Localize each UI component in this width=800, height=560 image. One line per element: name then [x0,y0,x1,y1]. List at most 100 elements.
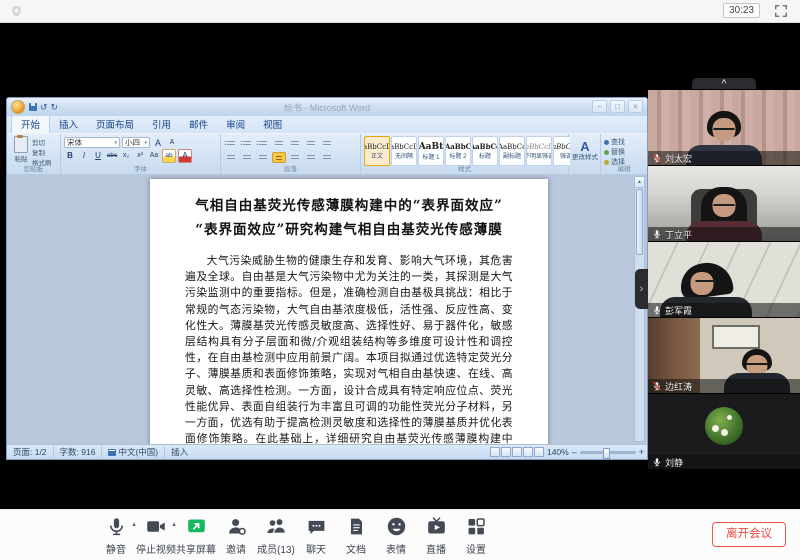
increase-indent-icon[interactable] [288,138,302,149]
panel-collapse-icon[interactable]: › [635,269,648,309]
zoom-slider[interactable] [580,451,636,454]
office-button[interactable] [11,100,25,114]
tab-home[interactable]: 开始 [11,114,50,133]
word-status-bar: 页面: 1/2 字数: 916 中文(中国) 插入 140% – + [7,444,647,459]
change-styles-button[interactable]: A 更改样式 [569,134,601,174]
align-right-icon[interactable] [256,152,270,163]
style-title[interactable]: AaBbCc标题 [472,136,498,166]
undo-icon[interactable]: ↺ [40,102,48,113]
cut-button[interactable]: 剪切 [32,137,52,147]
members-icon [265,516,287,537]
invite-button[interactable]: 邀请 [216,516,256,556]
style-subtitle[interactable]: AaBbCc副标题 [499,136,525,166]
participant-name: 边红涛 [665,380,692,393]
video-tile[interactable]: 彭军霞 [648,242,800,317]
highlight-button[interactable]: ab [162,149,176,163]
maximize-button[interactable]: □ [610,100,625,113]
zoom-in-icon[interactable]: + [639,448,644,457]
video-panel: › ^ 刘太宏 [648,22,800,510]
find-button[interactable]: 查找 [604,137,645,147]
paragraph-group: 段落 [221,134,361,174]
bold-button[interactable]: B [64,150,76,162]
subscript-button[interactable]: x₂ [120,150,132,162]
style-heading2[interactable]: AaBbC标题 2 [445,136,471,166]
style-subtle-emphasis[interactable]: AaBbCcDd不明显强调 [526,136,552,166]
decrease-indent-icon[interactable] [272,138,286,149]
zoom-level[interactable]: 140% [547,447,569,457]
styles-gallery[interactable]: AaBbCcDd正文 AaBbCcDd无间隔 AaBt标题 1 AaBbC标题 … [364,136,570,166]
underline-button[interactable]: U [92,150,104,162]
zoom-out-icon[interactable]: – [572,448,577,457]
stop-video-button[interactable]: ▲ 停止视频 [136,516,176,556]
settings-button[interactable]: 设置 [456,516,496,556]
font-color-button[interactable]: A [178,149,192,163]
italic-button[interactable]: I [78,150,90,162]
clipboard-group: 粘贴 剪切 复制 格式刷 剪贴板 [7,134,61,174]
chat-button[interactable]: 聊天 [296,516,336,556]
strikethrough-button[interactable]: abc [106,150,118,162]
style-no-spacing[interactable]: AaBbCcDd无间隔 [391,136,417,166]
redo-icon[interactable]: ↻ [51,102,59,113]
tab-view[interactable]: 视图 [254,115,291,133]
replace-button[interactable]: 替换 [604,147,645,157]
video-tile[interactable]: 刘太宏 [648,90,800,165]
align-center-icon[interactable] [240,152,254,163]
font-name-combo[interactable]: 宋体▾ [64,137,120,148]
panel-chevron-up-icon[interactable]: ^ [692,78,756,89]
docs-button[interactable]: 文档 [336,516,376,556]
status-language[interactable]: 中文(中国) [102,446,165,458]
show-marks-icon[interactable] [320,138,334,149]
multilevel-list-icon[interactable] [256,138,270,149]
fullscreen-icon[interactable] [774,4,788,18]
view-mode-buttons[interactable] [490,447,544,457]
tab-mailings[interactable]: 邮件 [180,115,217,133]
members-button[interactable]: 成员(13) [256,516,296,556]
numbering-icon[interactable] [240,138,254,149]
participant-name: 彭军霞 [665,304,692,317]
emoji-icon [386,516,407,537]
style-normal[interactable]: AaBbCcDd正文 [364,136,390,166]
bullets-icon[interactable] [224,138,238,149]
status-insert-mode[interactable]: 插入 [165,446,194,458]
leave-meeting-button[interactable]: 离开会议 [712,522,786,547]
style-heading1[interactable]: AaBt标题 1 [418,136,444,166]
borders-icon[interactable] [320,152,334,163]
line-spacing-icon[interactable] [288,152,302,163]
justify-icon[interactable] [272,152,286,163]
video-tile[interactable]: 丁立平 [648,166,800,241]
mic-icon [652,457,662,467]
shrink-font-button[interactable]: A [166,137,178,149]
copy-button[interactable]: 复制 [32,147,52,157]
align-left-icon[interactable] [224,152,238,163]
font-size-combo[interactable]: 小四▾ [122,137,150,148]
status-page[interactable]: 页面: 1/2 [7,446,54,458]
shading-icon[interactable] [304,152,318,163]
change-case-button[interactable]: Aa [148,150,160,162]
tab-references[interactable]: 引用 [143,115,180,133]
vertical-scrollbar[interactable]: ▲ [634,176,645,442]
zoom-slider-thumb[interactable] [603,448,610,459]
background-frame [712,325,760,349]
status-word-count[interactable]: 字数: 916 [54,446,103,458]
live-button[interactable]: 直播 [416,516,456,556]
superscript-button[interactable]: x² [134,150,146,162]
paste-button[interactable]: 粘贴 [10,136,32,165]
grow-font-button[interactable]: A [152,137,164,149]
tab-insert[interactable]: 插入 [50,115,87,133]
tab-review[interactable]: 审阅 [217,115,254,133]
tab-page-layout[interactable]: 页面布局 [87,115,143,133]
document-page[interactable]: 气相自由基荧光传感薄膜构建中的“表界面效应” “表界面效应”研究构建气相自由基荧… [150,179,548,444]
minimize-button[interactable]: – [592,100,607,113]
quick-access-toolbar[interactable]: ↺ ↻ [29,102,58,113]
scroll-up-icon[interactable]: ▲ [635,177,644,188]
save-icon[interactable] [29,103,37,111]
video-tile[interactable]: 刘静 [648,394,800,469]
sort-icon[interactable] [304,138,318,149]
share-screen-button[interactable]: 共享屏幕 [176,516,216,556]
style-emphasis[interactable]: AaBbCcDd强调 [553,136,570,166]
mute-button[interactable]: ▲ 静音 [96,516,136,556]
reactions-button[interactable]: 表情 [376,516,416,556]
video-tile[interactable]: 边红涛 [648,318,800,393]
scrollbar-thumb[interactable] [636,189,643,255]
close-button[interactable]: × [628,100,643,113]
